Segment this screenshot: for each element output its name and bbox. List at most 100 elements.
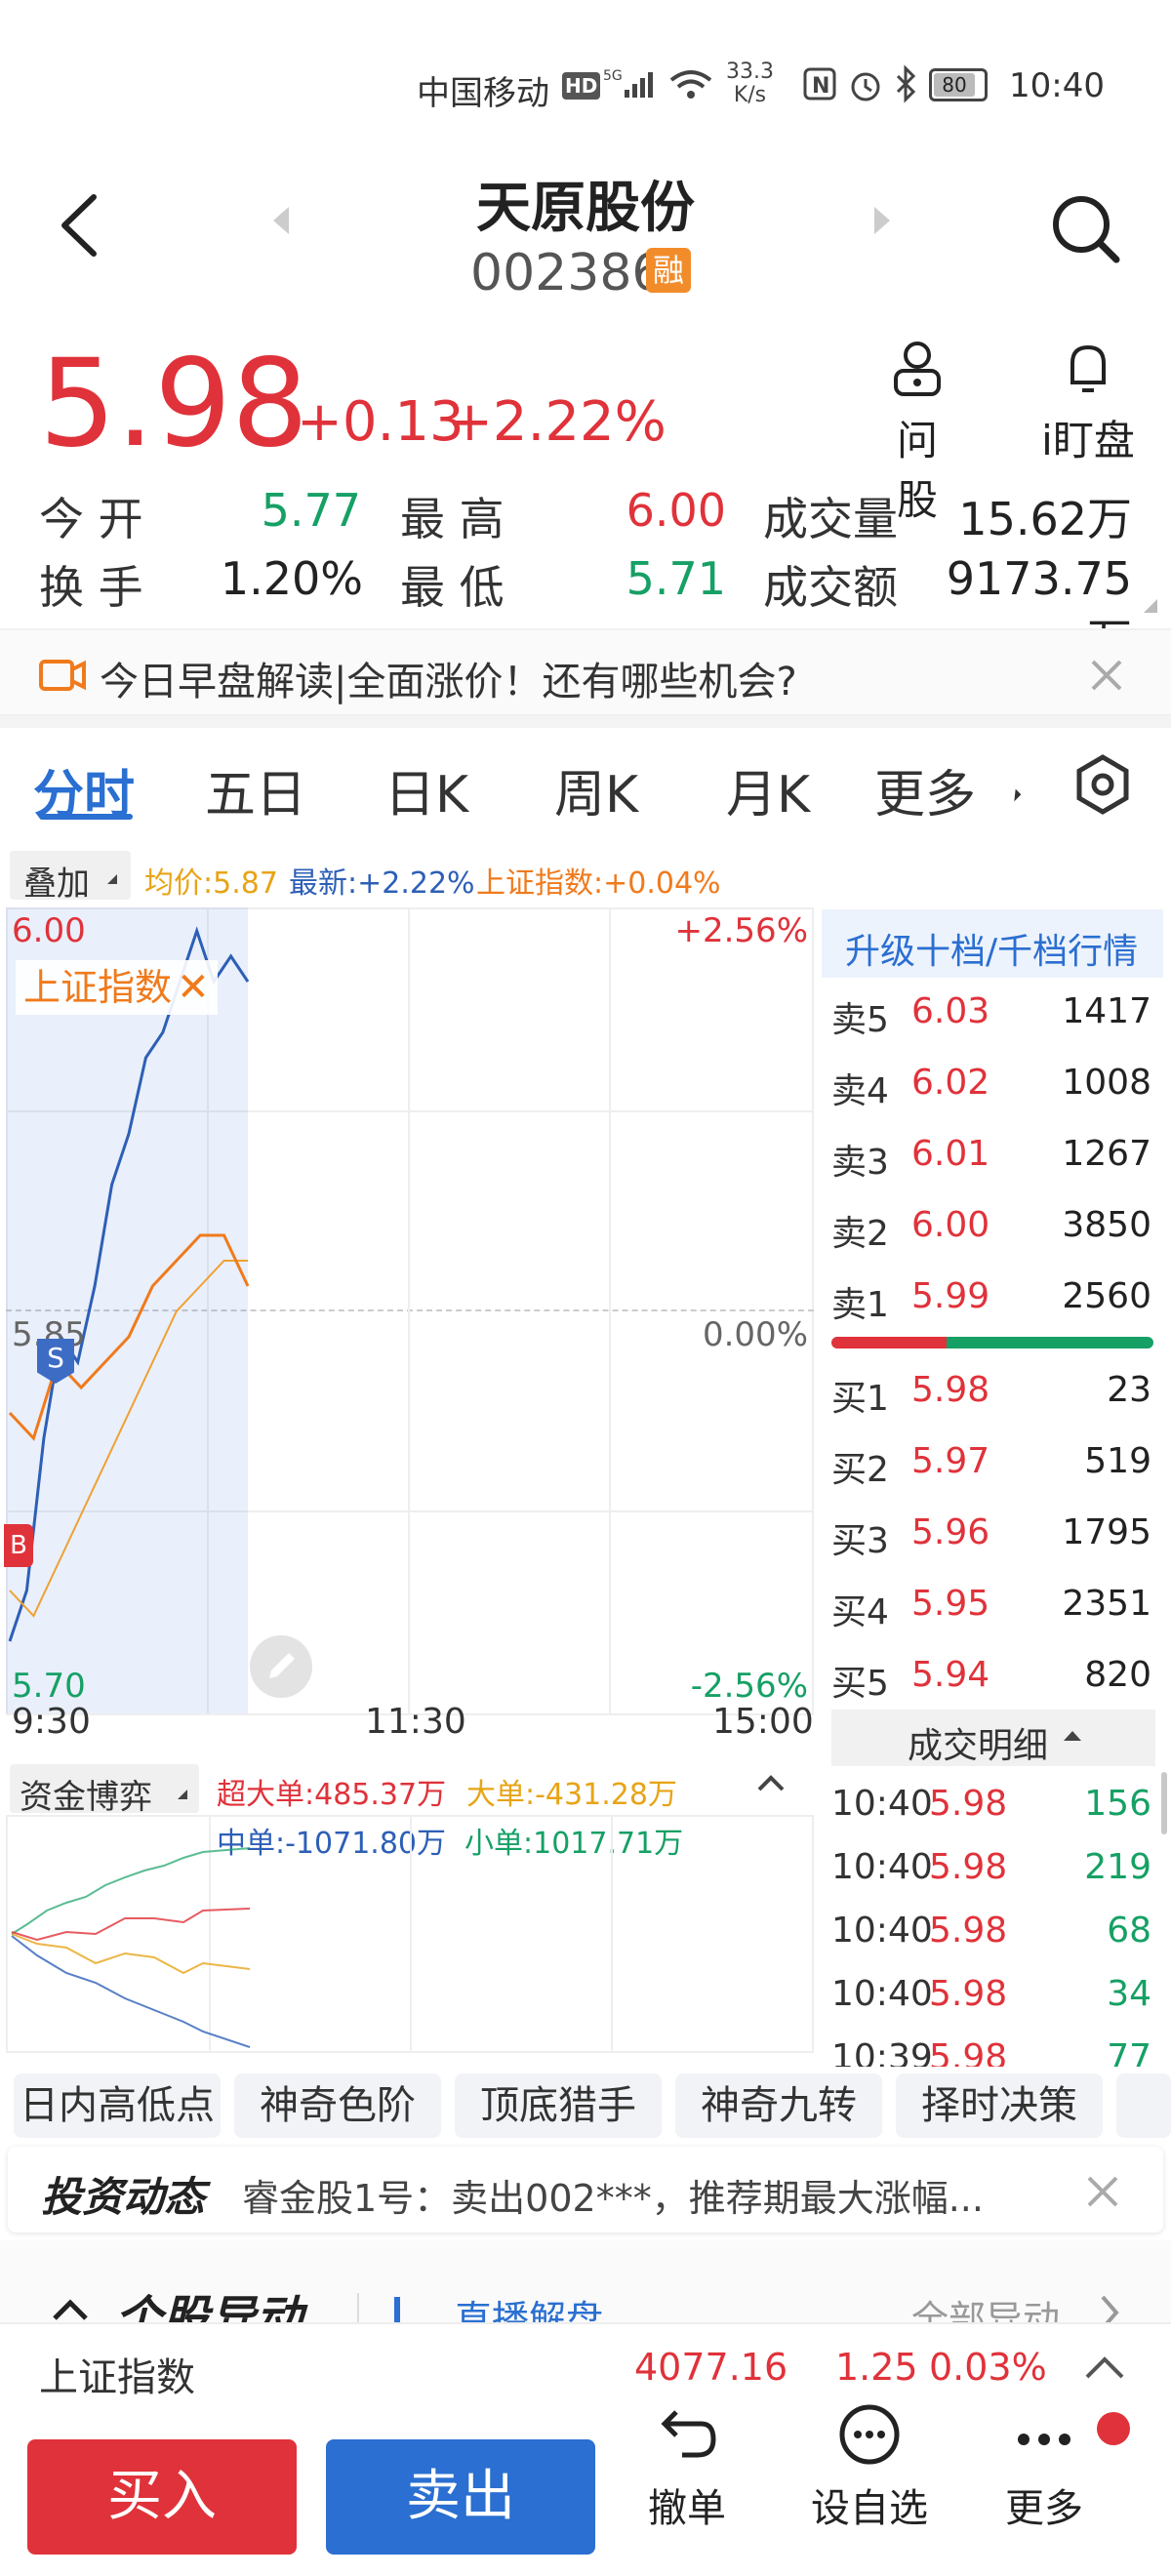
- expand-up-icon[interactable]: [1083, 2354, 1126, 2383]
- upgrade-quote-banner[interactable]: 升级十档/千档行情: [822, 909, 1163, 978]
- bid-level-row[interactable]: 买5 5.94 820: [831, 1645, 1155, 1713]
- buy-button[interactable]: 买入: [27, 2439, 297, 2555]
- index-change: 1.25: [835, 2346, 918, 2389]
- search-icon[interactable]: [1048, 191, 1122, 269]
- fund-flow-lines: [11, 1847, 251, 2048]
- trade-time: 10:40: [831, 1847, 933, 1887]
- ask-level-row[interactable]: 卖1 5.99 2560: [831, 1267, 1155, 1335]
- bid-level-row[interactable]: 买4 5.95 2351: [831, 1574, 1155, 1642]
- chevron-right-icon[interactable]: [1095, 2293, 1124, 2322]
- all-movements-link[interactable]: 全部异动: [911, 2289, 1060, 2322]
- trade-volume: 77: [1107, 2037, 1151, 2067]
- level-volume: 820: [1084, 1655, 1151, 1695]
- intraday-chart[interactable]: 6.00 5.85 5.70 +2.56% 0.00% -2.56% 上证指数 …: [4, 907, 814, 1715]
- tab-five-day[interactable]: 五日: [205, 753, 306, 826]
- trade-detail-header[interactable]: 成交明细: [831, 1710, 1155, 1766]
- scrollbar[interactable]: [1161, 1772, 1167, 1834]
- ask-level-row[interactable]: 卖3 6.01 1267: [831, 1124, 1155, 1192]
- bid-level-row[interactable]: 买3 5.96 1795: [831, 1503, 1155, 1571]
- tab-week-k[interactable]: 周K: [554, 753, 638, 826]
- price-line-canvas: [8, 926, 250, 1642]
- fund-flow-dropdown[interactable]: 资金博弈: [10, 1764, 199, 1817]
- news-bar[interactable]: 投资动态 睿金股1号：卖出002***，推荐期最大涨幅...: [8, 2147, 1163, 2233]
- tab-month-k[interactable]: 月K: [726, 753, 810, 826]
- bid-ask-ratio-bar: [831, 1337, 1153, 1348]
- close-icon[interactable]: [1087, 656, 1126, 695]
- fund-flow-chart[interactable]: [6, 1815, 814, 2053]
- level-label: 买2: [831, 1450, 889, 1490]
- buy-marker[interactable]: B: [4, 1524, 33, 1567]
- add-watchlist-button[interactable]: 设自选: [796, 2400, 943, 2533]
- cancel-order-button[interactable]: 撤单: [619, 2400, 755, 2533]
- add-watchlist-label: 设自选: [811, 2486, 928, 2531]
- index-overlay-tag[interactable]: 上证指数 ✕: [16, 960, 218, 1015]
- live-analysis-link[interactable]: 直播解盘: [455, 2289, 603, 2322]
- live-icon: [394, 2297, 400, 2322]
- settings-icon[interactable]: [1071, 753, 1134, 816]
- tab-day-k[interactable]: 日K: [384, 753, 468, 826]
- stock-name: 天原股份: [476, 177, 695, 240]
- tool-magic-nine-turn[interactable]: 神奇九转: [675, 2073, 882, 2138]
- tool-top-bottom-hunter[interactable]: 顶底猎手: [455, 2073, 662, 2138]
- trade-row: 10:40 5.98 68: [831, 1901, 1155, 1961]
- draw-tool-button[interactable]: [250, 1635, 312, 1698]
- x-axis-start: 9:30: [12, 1702, 91, 1742]
- trade-time: 10:39: [831, 2037, 933, 2067]
- overlay-dropdown[interactable]: 叠加: [10, 851, 131, 904]
- news-text: 睿金股1号：卖出002***，推荐期最大涨幅...: [242, 2177, 984, 2220]
- hd-badge: HD: [562, 72, 601, 100]
- notice-text: 今日早盘解读|全面涨价！还有哪些机会?: [100, 660, 797, 704]
- alarm-icon: [847, 66, 884, 107]
- ask-level-row[interactable]: 卖4 6.02 1008: [831, 1053, 1155, 1121]
- bid-level-row[interactable]: 买1 5.98 23: [831, 1360, 1155, 1429]
- expand-corner-icon[interactable]: [1144, 599, 1157, 613]
- pct-axis-top: +2.56%: [674, 911, 809, 950]
- level-price: 5.94: [911, 1655, 990, 1695]
- remove-overlay-icon[interactable]: ✕: [177, 965, 210, 1010]
- super-order-value: 超大单:485.37万: [217, 1778, 447, 1812]
- pct-axis-mid: 0.00%: [702, 1315, 808, 1354]
- sell-button[interactable]: 卖出: [326, 2439, 595, 2555]
- watch-button[interactable]: i盯盘: [1025, 340, 1151, 467]
- ask-level-row[interactable]: 卖2 6.00 3850: [831, 1195, 1155, 1264]
- level-volume: 2351: [1062, 1584, 1151, 1624]
- notice-bar[interactable]: 今日早盘解读|全面涨价！还有哪些机会?: [0, 628, 1171, 716]
- more-label: 更多: [1005, 2486, 1083, 2531]
- trade-price: 5.98: [929, 1974, 1008, 2014]
- collapse-icon[interactable]: [51, 2295, 90, 2322]
- tool-magic-color-scale[interactable]: 神奇色阶: [234, 2073, 441, 2138]
- high-label: 最 高: [400, 493, 505, 545]
- more-button[interactable]: 更多: [976, 2400, 1112, 2533]
- more-dropdown-icon: [1008, 788, 1022, 802]
- level-price: 6.03: [911, 991, 990, 1031]
- trade-price: 5.98: [929, 1784, 1008, 1824]
- level-volume: 3850: [1062, 1205, 1151, 1245]
- trade-volume: 68: [1107, 1911, 1151, 1951]
- level-price: 6.01: [911, 1134, 990, 1174]
- x-axis-mid: 11:30: [365, 1702, 466, 1742]
- trade-volume: 34: [1107, 1974, 1151, 2014]
- index-ticker-bar[interactable]: 上证指数 4077.16 1.25 0.03%: [0, 2322, 1171, 2408]
- tool-intraday-high-low[interactable]: 日内高低点: [14, 2073, 221, 2138]
- level-price: 5.99: [911, 1276, 990, 1316]
- bid-level-row[interactable]: 买2 5.97 519: [831, 1431, 1155, 1500]
- open-value: 5.77: [261, 484, 361, 537]
- tab-more[interactable]: 更多: [874, 753, 976, 826]
- price-change-pct: +2.22%: [447, 390, 666, 454]
- close-icon[interactable]: [1083, 2172, 1122, 2211]
- level-price: 5.97: [911, 1441, 990, 1481]
- collapse-icon[interactable]: [751, 1768, 790, 1797]
- level-volume: 1795: [1062, 1512, 1151, 1552]
- trade-time: 10:40: [831, 1974, 933, 2014]
- active-tab-indicator: [39, 814, 133, 820]
- pencil-icon: [269, 1653, 295, 1678]
- price-change: +0.13: [297, 390, 464, 454]
- level-label: 卖5: [831, 1000, 889, 1040]
- section-title[interactable]: 个股异动: [115, 2279, 303, 2322]
- tool-next-chip[interactable]: [1116, 2073, 1171, 2138]
- tool-timing-decision[interactable]: 择时决策: [896, 2073, 1103, 2138]
- ask-level-row[interactable]: 卖5 6.03 1417: [831, 982, 1155, 1050]
- cancel-order-label: 撤单: [648, 2486, 726, 2531]
- level-volume: 519: [1084, 1441, 1151, 1481]
- level-label: 买1: [831, 1379, 889, 1419]
